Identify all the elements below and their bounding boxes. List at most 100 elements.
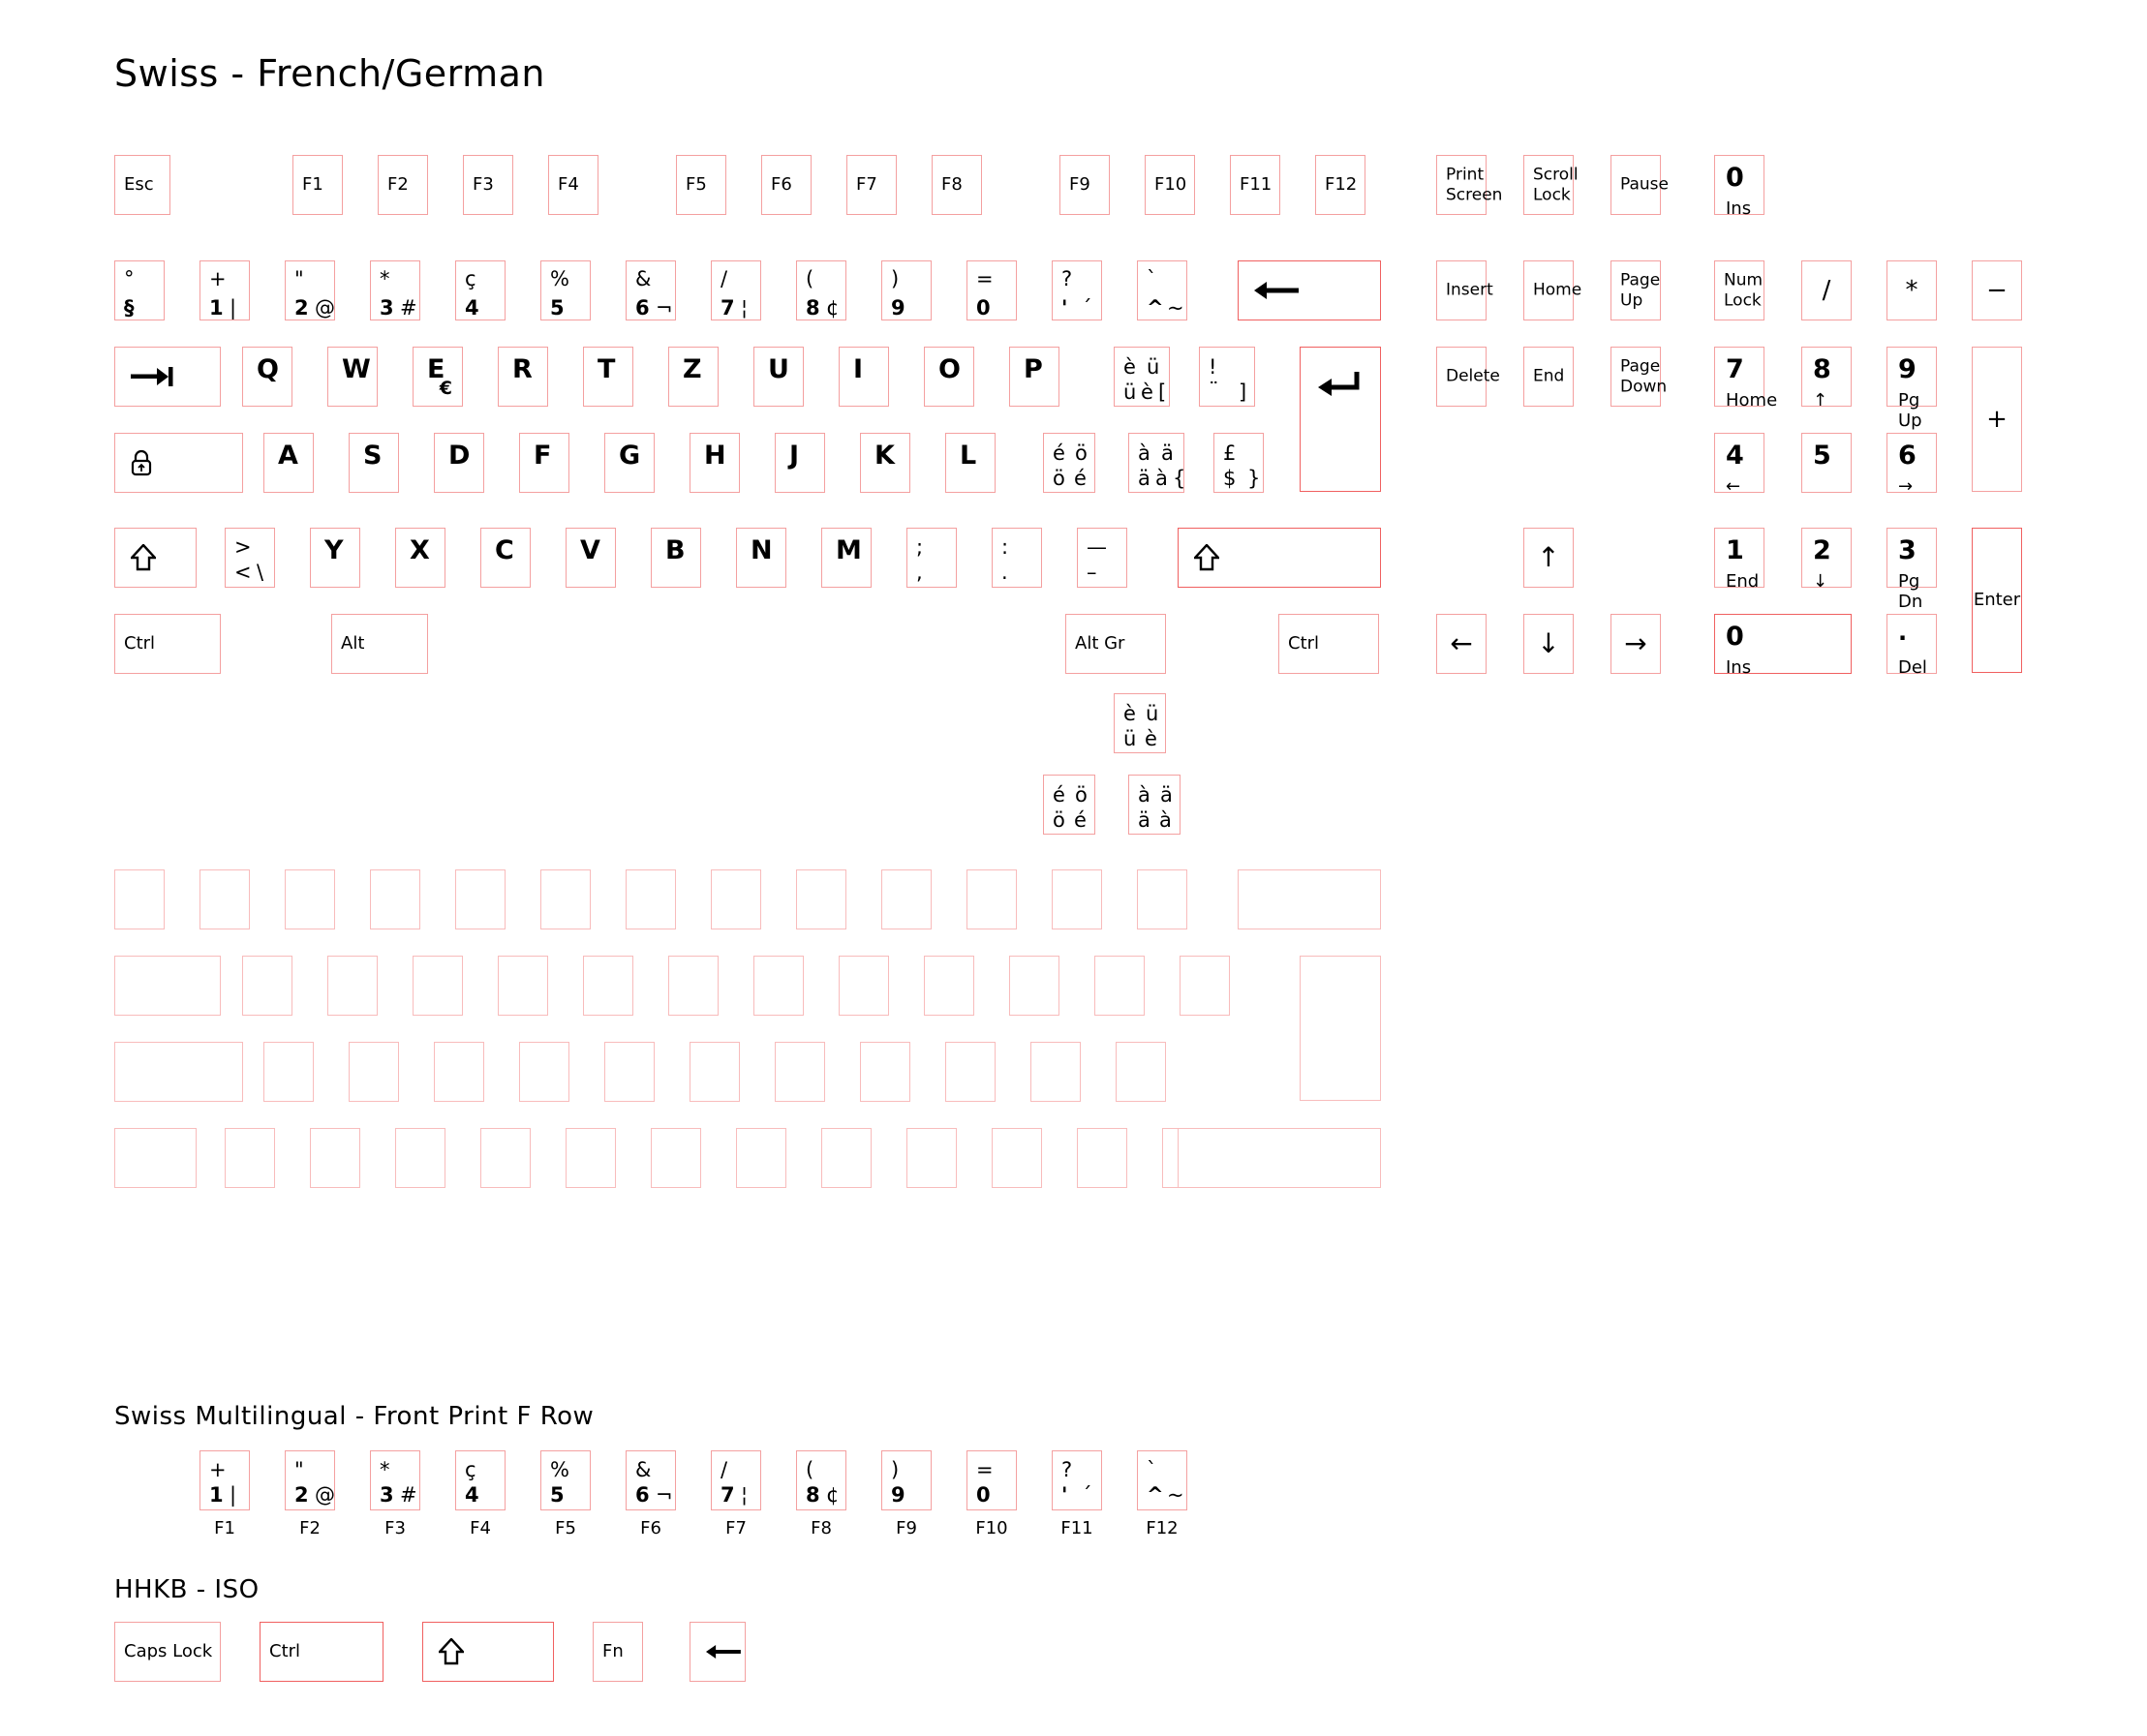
key-apostrophe[interactable]: ?'´: [1052, 260, 1102, 320]
key-2[interactable]: "2@: [285, 260, 335, 320]
front-key-f5[interactable]: %5: [540, 1450, 591, 1510]
blank-key[interactable]: [114, 869, 165, 929]
key-f1[interactable]: F1: [292, 155, 343, 215]
front-key-f1[interactable]: +1|: [199, 1450, 250, 1510]
key-ctrl-left[interactable]: Ctrl: [114, 614, 221, 674]
key-f8[interactable]: F8: [932, 155, 982, 215]
key-7[interactable]: /7¦: [711, 260, 761, 320]
key-numpad-decimal[interactable]: ·Del: [1886, 614, 1937, 674]
blank-key[interactable]: [821, 1128, 872, 1188]
key-page-down[interactable]: Page Down: [1610, 347, 1661, 407]
key-arrow-down[interactable]: ↓: [1523, 614, 1574, 674]
key-0[interactable]: =0: [966, 260, 1017, 320]
key-egrave-udiaeresis[interactable]: èüüè[: [1114, 347, 1170, 407]
key-i[interactable]: I: [839, 347, 889, 407]
key-colon[interactable]: :.: [992, 528, 1042, 588]
blank-key-caps[interactable]: [114, 1042, 243, 1102]
key-f[interactable]: F: [519, 433, 569, 493]
key-esc[interactable]: Esc: [114, 155, 170, 215]
key-5[interactable]: %5: [540, 260, 591, 320]
key-numpad-9[interactable]: 9Pg Up: [1886, 347, 1937, 407]
key-numpad-0[interactable]: 0Ins: [1714, 614, 1852, 674]
key-f2[interactable]: F2: [378, 155, 428, 215]
key-l[interactable]: L: [945, 433, 996, 493]
front-key-f11[interactable]: ?'´: [1052, 1450, 1102, 1510]
key-alt-egrave-udiaeresis[interactable]: èüüè: [1114, 693, 1166, 753]
key-6[interactable]: &6¬: [626, 260, 676, 320]
key-f3[interactable]: F3: [463, 155, 513, 215]
key-page-up[interactable]: Page Up: [1610, 260, 1661, 320]
blank-key[interactable]: [906, 1128, 957, 1188]
blank-key[interactable]: [1077, 1128, 1127, 1188]
key-pound-dollar[interactable]: £$}: [1213, 433, 1264, 493]
key-v[interactable]: V: [566, 528, 616, 588]
key-8[interactable]: (8¢: [796, 260, 846, 320]
key-insert[interactable]: Insert: [1436, 260, 1487, 320]
key-numpad-ins-top[interactable]: 0Ins: [1714, 155, 1764, 215]
key-numpad-7[interactable]: 7Home: [1714, 347, 1764, 407]
key-numpad-enter[interactable]: Enter: [1972, 528, 2022, 673]
key-ctrl-right[interactable]: Ctrl: [1278, 614, 1379, 674]
key-numpad-4[interactable]: 4←: [1714, 433, 1764, 493]
key-h[interactable]: H: [690, 433, 740, 493]
blank-key[interactable]: [1030, 1042, 1081, 1102]
key-backspace[interactable]: [1238, 260, 1381, 320]
blank-key[interactable]: [540, 869, 591, 929]
key-alt[interactable]: Alt: [331, 614, 428, 674]
key-eacute-odiaeresis[interactable]: éööé: [1043, 433, 1095, 493]
key-4[interactable]: ç4: [455, 260, 506, 320]
front-key-f6[interactable]: &6¬: [626, 1450, 676, 1510]
key-f10[interactable]: F10: [1145, 155, 1195, 215]
key-shift-right[interactable]: [1178, 528, 1381, 588]
blank-key[interactable]: [690, 1042, 740, 1102]
key-arrow-left[interactable]: ←: [1436, 614, 1487, 674]
front-key-f4[interactable]: ç4: [455, 1450, 506, 1510]
blank-key-wide[interactable]: [1238, 869, 1381, 929]
key-f11[interactable]: F11: [1230, 155, 1280, 215]
front-key-f12[interactable]: `^~: [1137, 1450, 1187, 1510]
key-underscore[interactable]: —–: [1077, 528, 1127, 588]
key-d[interactable]: D: [434, 433, 484, 493]
blank-key[interactable]: [775, 1042, 825, 1102]
key-q[interactable]: Q: [242, 347, 292, 407]
key-z[interactable]: Z: [668, 347, 719, 407]
blank-key[interactable]: [413, 956, 463, 1016]
blank-key[interactable]: [1094, 956, 1145, 1016]
key-x[interactable]: X: [395, 528, 445, 588]
key-f12[interactable]: F12: [1315, 155, 1365, 215]
blank-key-shift-right[interactable]: [1178, 1128, 1381, 1188]
key-p[interactable]: P: [1009, 347, 1059, 407]
blank-key[interactable]: [583, 956, 633, 1016]
blank-key[interactable]: [370, 869, 420, 929]
key-y[interactable]: Y: [310, 528, 360, 588]
key-alt-gr[interactable]: Alt Gr: [1065, 614, 1166, 674]
blank-key[interactable]: [1180, 956, 1230, 1016]
key-semicolon[interactable]: ;,: [906, 528, 957, 588]
hhkb-key-caps-lock[interactable]: Caps Lock: [114, 1622, 221, 1682]
key-c[interactable]: C: [480, 528, 531, 588]
blank-key[interactable]: [242, 956, 292, 1016]
blank-key[interactable]: [455, 869, 506, 929]
blank-key[interactable]: [1116, 1042, 1166, 1102]
key-f6[interactable]: F6: [761, 155, 812, 215]
front-key-f10[interactable]: =0: [966, 1450, 1017, 1510]
key-less-greater[interactable]: ><\: [225, 528, 275, 588]
key-f4[interactable]: F4: [548, 155, 598, 215]
front-key-f7[interactable]: /7¦: [711, 1450, 761, 1510]
blank-key[interactable]: [626, 869, 676, 929]
blank-key[interactable]: [263, 1042, 314, 1102]
key-delete[interactable]: Delete: [1436, 347, 1487, 407]
key-numpad-6[interactable]: 6→: [1886, 433, 1937, 493]
key-numpad-minus[interactable]: −: [1972, 260, 2022, 320]
key-numpad-divide[interactable]: /: [1801, 260, 1852, 320]
key-numpad-plus[interactable]: +: [1972, 347, 2022, 492]
front-key-f8[interactable]: (8¢: [796, 1450, 846, 1510]
key-f5[interactable]: F5: [676, 155, 726, 215]
key-numpad-multiply[interactable]: *: [1886, 260, 1937, 320]
blank-key-shift[interactable]: [114, 1128, 197, 1188]
hhkb-key-ctrl[interactable]: Ctrl: [260, 1622, 383, 1682]
key-numpad-8[interactable]: 8↑: [1801, 347, 1852, 407]
blank-key[interactable]: [498, 956, 548, 1016]
key-t[interactable]: T: [583, 347, 633, 407]
key-numpad-3[interactable]: 3Pg Dn: [1886, 528, 1937, 588]
